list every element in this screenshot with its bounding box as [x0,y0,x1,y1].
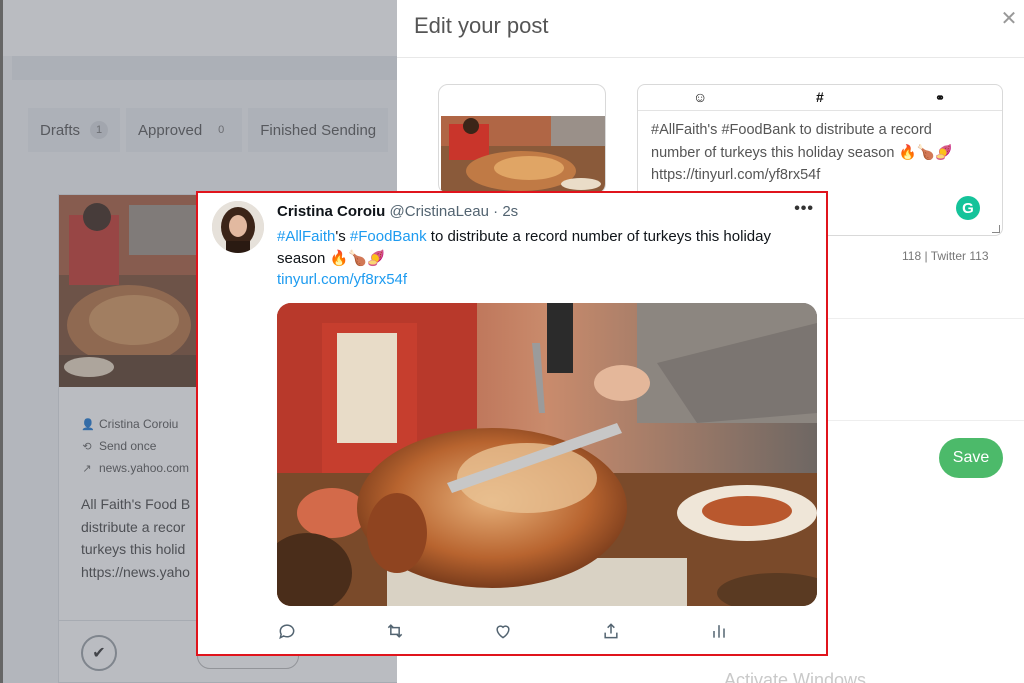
post-card-text: All Faith's Food B distribute a recor tu… [81,493,199,583]
tweet-text-part: 's [335,228,350,245]
avatar[interactable] [212,201,264,253]
status-tabs: Drafts 1 Approved 0 Finished Sending [28,108,389,152]
post-card-text-line: https://news.yaho [81,563,190,580]
background-strip [12,56,397,80]
approve-check-button[interactable]: ✔ [81,635,117,671]
repeat-icon: ⟲ [82,440,92,453]
source-domain: news.yahoo.com [99,461,190,475]
character-count: 118 | Twitter 113 [902,249,989,263]
post-card-meta: 👤 Cristina Coroiu ⟲ Send once ↗ news.yahoo.… [81,413,189,479]
reply-icon[interactable] [277,621,299,643]
media-preview[interactable] [438,84,606,194]
user-icon: 👤 [81,418,95,431]
hashtag-link[interactable]: #FoodBank [350,228,427,245]
editor-line: #AllFaith's #FoodBank to distribute a re… [651,122,932,138]
separator: · [493,203,499,220]
grammarly-icon[interactable]: G [956,196,980,220]
editor-line: https://tinyurl.com/yf8rx54f [651,167,821,183]
author-handle[interactable]: @CristinaLeau [390,203,489,220]
tweet-actions [277,621,737,643]
editor-line-text: number of turkeys this holiday season [651,144,895,161]
post-card-text-line: turkeys this holid [81,541,186,557]
more-options-icon[interactable]: ••• [794,200,814,218]
emoji-icon[interactable]: ☺ [693,89,707,105]
tab-finished-sending[interactable]: Finished Sending [248,108,389,152]
link-icon[interactable]: ⚭ [935,91,945,105]
save-button[interactable]: Save [939,438,1003,478]
media-thumbnail [441,116,605,193]
tab-approved-label: Approved [138,121,203,139]
editor-line-2: number of turkeys this holiday season 🔥🍗… [651,142,981,165]
tab-approved-count: 0 [218,124,225,136]
tab-finished-sending-label: Finished Sending [260,121,377,139]
post-card-text-line: distribute a recor [81,518,186,535]
activate-windows-watermark: Activate Windows [724,670,867,683]
hashtag-icon[interactable]: # [816,89,824,105]
close-icon[interactable]: ✕ [998,9,1020,31]
post-card-text-line: All Faith's Food B [81,496,191,512]
post-card-photo [59,195,197,387]
analytics-icon[interactable] [709,621,731,643]
resize-handle[interactable] [992,225,1000,233]
schedule-text: Send once [99,439,157,453]
tab-drafts-count: 1 [90,121,109,139]
tab-drafts-label: Drafts [40,121,81,139]
author-name: Cristina Coroiu [99,417,179,431]
divider [397,57,1024,58]
url-link[interactable]: tinyurl.com/yf8rx54f [277,271,407,288]
check-icon: ✔ [92,645,106,662]
tab-approved[interactable]: Approved 0 [126,108,243,152]
external-link-icon: ↗ [82,462,92,475]
tweet-preview: Cristina Coroiu @CristinaLeau · 2s ••• #… [196,191,828,656]
editor-toolbar: ☺ # ⚭ [638,85,1002,111]
tab-drafts[interactable]: Drafts 1 [28,108,121,152]
post-text-input[interactable]: #AllFaith's #FoodBank to distribute a re… [651,119,981,187]
tweet-emojis: 🔥🍗🍠 [329,249,386,267]
editor-emojis: 🔥🍗🍠 [898,144,953,161]
author-name[interactable]: Cristina Coroiu [277,203,385,220]
panel-title: Edit your post [414,13,549,38]
like-icon[interactable] [493,621,515,643]
author-row: 👤 Cristina Coroiu [81,413,189,435]
timestamp[interactable]: 2s [502,203,518,220]
retweet-icon[interactable] [385,621,407,643]
tweet-header: Cristina Coroiu @CristinaLeau · 2s [277,203,518,220]
share-icon[interactable] [601,621,623,643]
source-row: ↗ news.yahoo.com [81,457,189,479]
tweet-text: #AllFaith's #FoodBank to distribute a re… [277,226,817,291]
background-topbar [0,0,397,56]
tweet-photo[interactable] [277,303,817,606]
hashtag-link[interactable]: #AllFaith [277,228,335,245]
schedule-row: ⟲ Send once [81,435,189,457]
